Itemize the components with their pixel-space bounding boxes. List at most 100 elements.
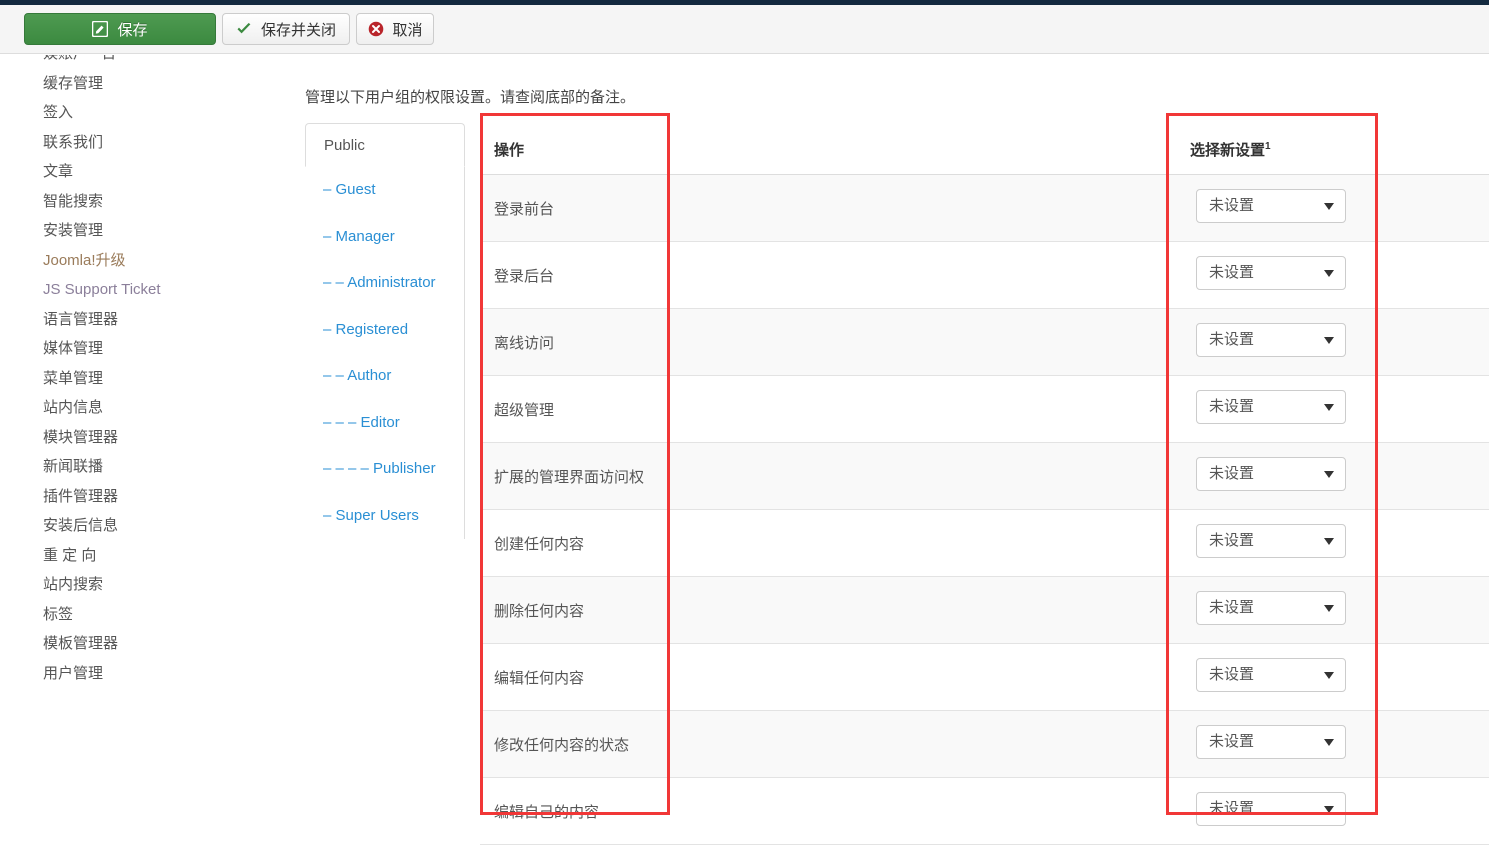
column-header-new-setting-label: 选择新设置 bbox=[1190, 142, 1266, 159]
new-setting-select[interactable]: 未设置 bbox=[1196, 524, 1346, 558]
new-setting-selected-value: 未设置 bbox=[1209, 331, 1255, 348]
new-setting-selected-value: 未设置 bbox=[1209, 532, 1255, 549]
new-setting-cell: 未设置 bbox=[1176, 777, 1376, 845]
sidebar-scroll-area[interactable]: 娱账户 - 台缓存管理签入联系我们文章智能搜索安装管理Joomla!升级JS S… bbox=[0, 55, 244, 688]
new-setting-selected-value: 未设置 bbox=[1209, 465, 1255, 482]
sidebar-item[interactable]: 站内信息 bbox=[0, 393, 244, 423]
sidebar-item[interactable]: 重 定 向 bbox=[0, 541, 244, 571]
middle-cell bbox=[670, 241, 1176, 309]
calculated-setting-cell bbox=[1376, 576, 1489, 644]
sidebar-item[interactable]: JS Support Ticket bbox=[0, 275, 244, 305]
group-tab-children[interactable]: – Guest – Manager – – Administrator – Regis… bbox=[305, 166, 465, 539]
middle-cell bbox=[670, 509, 1176, 577]
sidebar-item[interactable]: 签入 bbox=[0, 98, 244, 128]
page-description: 管理以下用户组的权限设置。请查阅底部的备注。 bbox=[305, 89, 636, 106]
sidebar-item[interactable]: 文章 bbox=[0, 157, 244, 187]
action-label: 登录前台 bbox=[480, 174, 670, 242]
calculated-setting-cell bbox=[1376, 710, 1489, 778]
table-row: 修改任何内容的状态 未设置 bbox=[480, 710, 1489, 778]
action-label: 编辑任何内容 bbox=[480, 643, 670, 711]
middle-cell bbox=[670, 643, 1176, 711]
new-setting-cell: 未设置 bbox=[1176, 241, 1376, 309]
user-group-tab-list[interactable]: Public – Guest – Manager – – Administrator… bbox=[305, 123, 465, 539]
content-area: 管理以下用户组的权限设置。请查阅底部的备注。 Public – Guest – M… bbox=[244, 55, 1489, 845]
calculated-setting-cell bbox=[1376, 509, 1489, 577]
table-row: 删除任何内容 未设置 bbox=[480, 576, 1489, 644]
sidebar-item[interactable]: 用户管理 bbox=[0, 659, 244, 689]
action-label: 登录后台 bbox=[480, 241, 670, 309]
new-setting-selected-value: 未设置 bbox=[1209, 197, 1255, 214]
group-tab-public[interactable]: Public bbox=[305, 123, 465, 167]
chevron-down-icon bbox=[1324, 471, 1334, 478]
sidebar-item[interactable]: 模块管理器 bbox=[0, 423, 244, 453]
new-setting-cell: 未设置 bbox=[1176, 576, 1376, 644]
group-tab-item[interactable]: – – Author bbox=[305, 353, 464, 400]
group-tab-item[interactable]: – – – – Publisher bbox=[305, 446, 464, 493]
calculated-setting-cell bbox=[1376, 174, 1489, 242]
sidebar-item[interactable]: 媒体管理 bbox=[0, 334, 244, 364]
sidebar-item[interactable]: 联系我们 bbox=[0, 128, 244, 158]
sidebar-item[interactable]: 智能搜索 bbox=[0, 187, 244, 217]
column-header-calculated bbox=[1376, 123, 1489, 175]
table-row: 超级管理 未设置 bbox=[480, 375, 1489, 443]
permissions-table: 操作 选择新设置1 登录前台 未设置 登录后台 未设置 离线访问 未设置 超级管理 未设置 扩展… bbox=[480, 123, 1489, 845]
sidebar-item[interactable]: 安装后信息 bbox=[0, 511, 244, 541]
new-setting-selected-value: 未设置 bbox=[1209, 733, 1255, 750]
group-tab-item[interactable]: – Manager bbox=[305, 214, 464, 261]
chevron-down-icon bbox=[1324, 270, 1334, 277]
group-tab-item[interactable]: – Guest bbox=[305, 167, 464, 214]
new-setting-select[interactable]: 未设置 bbox=[1196, 189, 1346, 223]
chevron-down-icon bbox=[1324, 739, 1334, 746]
chevron-down-icon bbox=[1324, 203, 1334, 210]
group-tab-item[interactable]: – – – Editor bbox=[305, 400, 464, 447]
new-setting-select[interactable]: 未设置 bbox=[1196, 390, 1346, 424]
sidebar-item[interactable]: Joomla!升级 bbox=[0, 246, 244, 276]
new-setting-select[interactable]: 未设置 bbox=[1196, 591, 1346, 625]
group-tab-item[interactable]: – – Administrator bbox=[305, 260, 464, 307]
sidebar-item[interactable]: 娱账户 - 台 bbox=[0, 55, 244, 69]
column-header-new-setting: 选择新设置1 bbox=[1176, 123, 1376, 175]
sidebar-item[interactable]: 安装管理 bbox=[0, 216, 244, 246]
action-label: 修改任何内容的状态 bbox=[480, 710, 670, 778]
table-row: 登录前台 未设置 bbox=[480, 174, 1489, 242]
new-setting-select[interactable]: 未设置 bbox=[1196, 323, 1346, 357]
new-setting-cell: 未设置 bbox=[1176, 643, 1376, 711]
middle-cell bbox=[670, 576, 1176, 644]
save-and-close-button-label: 保存并关闭 bbox=[261, 21, 337, 39]
new-setting-cell: 未设置 bbox=[1176, 509, 1376, 577]
sidebar-item[interactable]: 新闻联播 bbox=[0, 452, 244, 482]
group-tab-item[interactable]: – Super Users bbox=[305, 493, 464, 540]
middle-cell bbox=[670, 442, 1176, 510]
new-setting-selected-value: 未设置 bbox=[1209, 599, 1255, 616]
sidebar-item[interactable]: 缓存管理 bbox=[0, 69, 244, 99]
calculated-setting-cell bbox=[1376, 308, 1489, 376]
sidebar-item[interactable]: 菜单管理 bbox=[0, 364, 244, 394]
sidebar-menu[interactable]: 娱账户 - 台缓存管理签入联系我们文章智能搜索安装管理Joomla!升级JS S… bbox=[0, 55, 244, 838]
new-setting-select[interactable]: 未设置 bbox=[1196, 256, 1346, 290]
new-setting-select[interactable]: 未设置 bbox=[1196, 457, 1346, 491]
sidebar-item[interactable]: 语言管理器 bbox=[0, 305, 244, 335]
sidebar-item[interactable]: 模板管理器 bbox=[0, 629, 244, 659]
sidebar-item[interactable]: 插件管理器 bbox=[0, 482, 244, 512]
chevron-down-icon bbox=[1324, 337, 1334, 344]
new-setting-select[interactable]: 未设置 bbox=[1196, 792, 1346, 826]
sidebar-item[interactable]: 标签 bbox=[0, 600, 244, 630]
chevron-down-icon bbox=[1324, 672, 1334, 679]
new-setting-select[interactable]: 未设置 bbox=[1196, 725, 1346, 759]
save-button[interactable]: 保存 bbox=[24, 13, 216, 45]
edit-document-icon bbox=[92, 21, 109, 37]
save-and-close-button[interactable]: 保存并关闭 bbox=[222, 13, 350, 45]
calculated-setting-cell bbox=[1376, 375, 1489, 443]
action-label: 超级管理 bbox=[480, 375, 670, 443]
chevron-down-icon bbox=[1324, 404, 1334, 411]
group-tab-item[interactable]: – Registered bbox=[305, 307, 464, 354]
middle-cell bbox=[670, 777, 1176, 845]
column-header-middle bbox=[670, 123, 1176, 175]
cancel-button[interactable]: 取消 bbox=[356, 13, 434, 45]
new-setting-selected-value: 未设置 bbox=[1209, 666, 1255, 683]
sidebar-item[interactable]: 站内搜索 bbox=[0, 570, 244, 600]
action-label: 删除任何内容 bbox=[480, 576, 670, 644]
chevron-down-icon bbox=[1324, 605, 1334, 612]
new-setting-select[interactable]: 未设置 bbox=[1196, 658, 1346, 692]
checkmark-icon bbox=[236, 21, 252, 37]
